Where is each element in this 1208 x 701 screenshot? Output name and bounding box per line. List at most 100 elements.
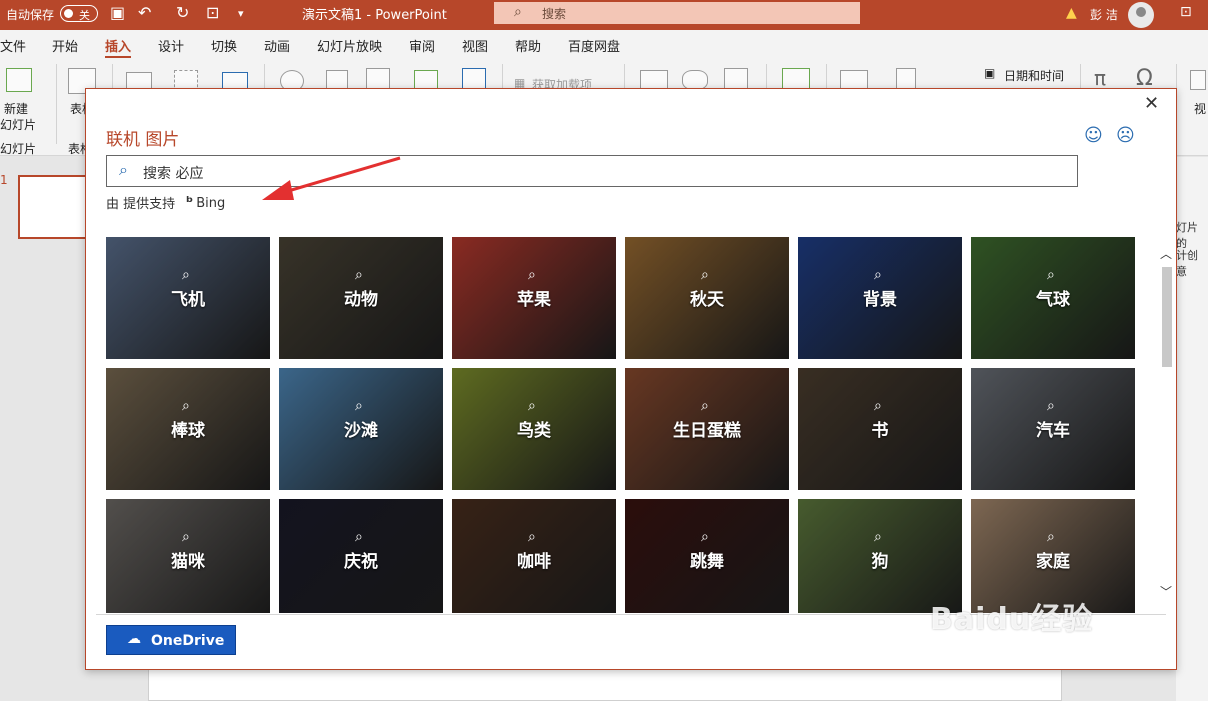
image-category-tile[interactable]: ⌕ 秋天 [625,237,789,359]
video-icon[interactable] [1190,70,1206,90]
search-icon: ⌕ [514,4,522,20]
ribbon-display-icon[interactable]: ⊡ [1180,4,1192,20]
tile-label: 鸟类 [517,421,551,441]
frown-feedback-icon[interactable]: ☹ [1116,125,1135,146]
onedrive-button[interactable]: ☁ OneDrive [106,625,236,655]
image-category-tile[interactable]: ⌕ 汽车 [971,368,1135,490]
customize-toolbar-icon[interactable]: ▾ [238,7,244,20]
autosave-toggle[interactable]: 关 [60,5,98,22]
warning-icon[interactable]: ▲ [1066,5,1077,21]
search-icon: ⌕ [874,529,882,545]
bing-text: Bing [196,196,226,211]
redo-icon[interactable]: ↻ [176,3,189,22]
tab-insert[interactable]: 插入 [105,36,132,58]
smile-feedback-icon[interactable]: ☺ [1084,125,1103,146]
image-category-tile[interactable]: ⌕ 棒球 [106,368,270,490]
scrollbar-thumb[interactable] [1162,267,1172,367]
tab-animations[interactable]: 动画 [264,36,290,55]
image-category-tile[interactable]: ⌕ 背景 [798,237,962,359]
tile-label: 书 [871,421,889,441]
image-category-tile[interactable]: ⌕ 鸟类 [452,368,616,490]
image-category-tile[interactable]: ⌕ 跳舞 [625,499,789,613]
image-category-tile[interactable]: ⌕ 书 [798,368,962,490]
search-icon: ⌕ [182,529,190,545]
powered-by-label: 由 提供支持 [106,197,176,212]
image-category-tile[interactable]: ⌕ 沙滩 [279,368,443,490]
bing-logo: ᵇ Bing [186,193,225,211]
slide-canvas[interactable] [148,665,1062,701]
search-icon: ⌕ [528,529,536,545]
image-category-tile[interactable]: ⌕ 庆祝 [279,499,443,613]
dialog-title: 联机 图片 [106,130,180,150]
toggle-state: 关 [79,9,90,22]
slide-number: 1 [0,173,8,187]
search-icon: ⌕ [701,267,709,283]
tab-review[interactable]: 审阅 [409,36,435,55]
image-category-tile[interactable]: ⌕ 动物 [279,237,443,359]
link-icon[interactable] [682,70,708,90]
tab-view[interactable]: 视图 [462,36,488,55]
tile-label: 棒球 [171,421,205,441]
design-pane-text-2: 计创意 [1176,249,1198,278]
slide-thumbnail[interactable] [18,175,88,239]
search-icon: ⌕ [528,267,536,283]
tab-file[interactable]: 文件 [0,36,26,55]
new-slide-label[interactable]: 新建 [4,100,28,117]
save-icon[interactable]: ▣ [110,3,125,22]
onedrive-label: OneDrive [151,633,225,649]
tab-slideshow[interactable]: 幻灯片放映 [317,36,382,55]
present-icon[interactable]: ⊡ [206,3,219,22]
image-category-tile[interactable]: ⌕ 猫咪 [106,499,270,613]
image-category-tile[interactable]: ⌕ 生日蛋糕 [625,368,789,490]
image-category-tile[interactable]: ⌕ 气球 [971,237,1135,359]
tile-label: 秋天 [690,290,724,310]
tile-label: 猫咪 [171,552,205,572]
annotation-arrow [262,156,401,200]
autosave-label: 自动保存 [6,8,55,22]
tile-label: 气球 [1036,290,1070,310]
scroll-up-icon[interactable]: ︿ [1160,245,1172,262]
category-grid: ⌕ 飞机 ⌕ 动物 ⌕ 苹果 ⌕ 秋天 ⌕ 背景 ⌕ 气球 ⌕ 棒球 ⌕ 沙滩 ⌕ 鸟类 ⌕ 生日蛋糕 ⌕ 书 ⌕ 汽车 ⌕ 猫咪… [106,237,1138,613]
calendar-icon[interactable]: ▣ [984,66,995,80]
tile-label: 动物 [344,290,378,310]
tab-baidu-netdisk[interactable]: 百度网盘 [568,36,620,55]
tile-label: 生日蛋糕 [673,421,741,441]
close-icon[interactable]: ✕ [1144,93,1159,114]
grid-scrollbar[interactable]: ︿ ﹀ [1160,233,1174,613]
search-icon: ⌕ [355,529,363,545]
tile-label: 咖啡 [517,552,551,572]
design-ideas-pane: 灯片的 计创意 [1176,157,1208,701]
baidu-watermark: Baidu经验 jingyan.baidu.com [930,570,1150,680]
tile-label: 家庭 [1036,552,1070,572]
bing-icon: ᵇ [186,193,194,211]
zoom-icon[interactable] [640,70,668,90]
image-category-tile[interactable]: ⌕ 飞机 [106,237,270,359]
tile-label: 背景 [863,290,897,310]
search-icon: ⌕ [874,267,882,283]
tab-help[interactable]: 帮助 [515,36,541,55]
new-slide-label-2[interactable]: 幻灯片 [0,116,36,133]
undo-icon[interactable]: ↶ [138,3,151,22]
slides-pane: 1 [0,157,90,701]
search-icon: ⌕ [355,267,363,283]
watermark-brand: Baidu经验 [930,602,1094,637]
video-label[interactable]: 视 [1194,100,1206,117]
tab-home[interactable]: 开始 [52,36,78,55]
tell-me-search[interactable]: ⌕ 搜索 [494,2,860,24]
tile-label: 跳舞 [690,552,724,572]
tab-transitions[interactable]: 切换 [211,36,237,55]
search-icon: ⌕ [874,398,882,414]
new-slide-icon[interactable] [6,68,32,92]
tile-label: 飞机 [171,290,205,310]
avatar[interactable] [1128,2,1154,28]
scroll-down-icon[interactable]: ﹀ [1160,583,1172,600]
equation-icon[interactable]: π [1094,66,1106,90]
user-name[interactable]: 彭 洁 [1090,6,1118,23]
image-category-tile[interactable]: ⌕ 咖啡 [452,499,616,613]
search-icon: ⌕ [355,398,363,414]
tab-design[interactable]: 设计 [158,36,184,55]
title-bar: 自动保存 关 ▣ ↶ ↻ ⊡ ▾ 演示文稿1 - PowerPoint ⌕ 搜索… [0,0,1208,30]
tile-label: 狗 [871,552,889,572]
image-category-tile[interactable]: ⌕ 苹果 [452,237,616,359]
date-time-label[interactable]: 日期和时间 [1004,67,1064,84]
